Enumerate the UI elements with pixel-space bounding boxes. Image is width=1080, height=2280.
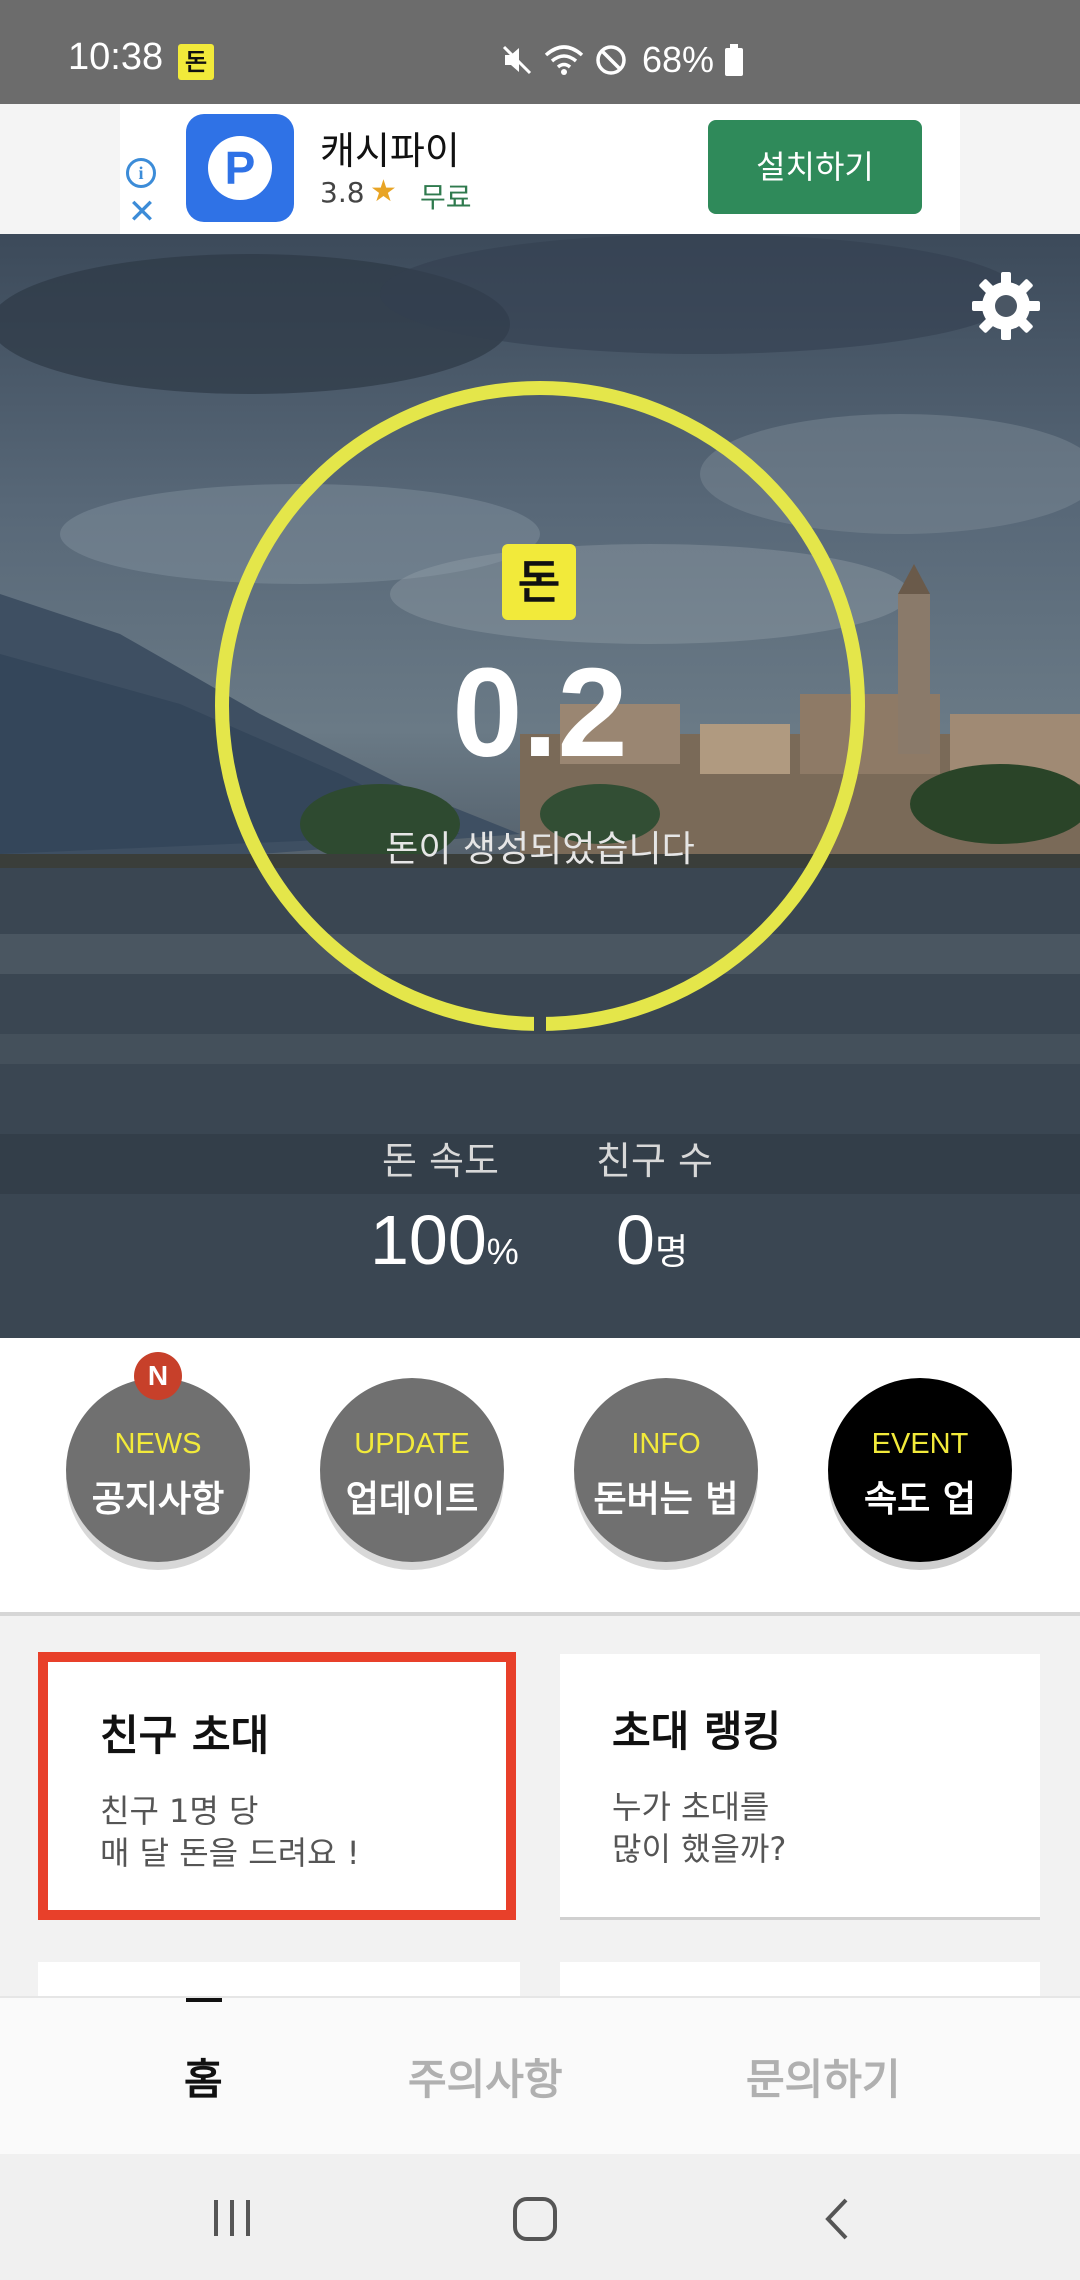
speed-label: 돈 속도 bbox=[382, 1139, 499, 1183]
update-ko-label: 업데이트 bbox=[345, 1479, 479, 1520]
ranking-card-line1: 누가 초대를 bbox=[612, 1788, 770, 1826]
tab-contact[interactable]: 문의하기 bbox=[746, 2046, 901, 2107]
ad-price: 무료 bbox=[420, 181, 472, 214]
mute-icon bbox=[502, 45, 532, 75]
do-not-disturb-icon bbox=[596, 45, 626, 75]
event-button[interactable]: EVENT 속도 업 bbox=[828, 1378, 1012, 1562]
invite-card-line2: 매 달 돈을 드려요 ! bbox=[100, 1834, 360, 1872]
speed-stat: 100% bbox=[370, 1200, 519, 1280]
friends-label: 친구 수 bbox=[596, 1139, 713, 1183]
update-en-label: UPDATE bbox=[354, 1428, 470, 1460]
active-tab-indicator bbox=[186, 1998, 222, 2002]
battery-percent: 68% bbox=[642, 39, 715, 80]
update-button[interactable]: UPDATE 업데이트 bbox=[320, 1378, 504, 1562]
ad-app-name[interactable]: 캐시파이 bbox=[320, 120, 460, 175]
news-en-label: NEWS bbox=[114, 1428, 202, 1460]
home-nav-icon[interactable] bbox=[512, 2196, 558, 2242]
new-badge: N bbox=[134, 1352, 182, 1400]
invite-card-text: 친구 1명 당 매 달 돈을 드려요 ! bbox=[100, 1790, 360, 1874]
battery-icon bbox=[725, 44, 744, 76]
ranking-card-title: 초대 랭킹 bbox=[612, 1707, 782, 1756]
back-icon[interactable] bbox=[820, 2196, 854, 2242]
invite-card-title: 친구 초대 bbox=[100, 1711, 270, 1760]
invite-card-line1: 친구 1명 당 bbox=[100, 1792, 259, 1830]
news-ko-label: 공지사항 bbox=[91, 1479, 225, 1520]
status-time: 10:38 bbox=[68, 36, 164, 78]
friends-unit: 명 bbox=[654, 1231, 689, 1272]
system-navigation-bar bbox=[0, 2154, 1080, 2280]
status-bar: 10:38 돈 68% bbox=[0, 0, 1080, 104]
friends-value: 0 bbox=[616, 1201, 655, 1279]
wifi-icon bbox=[544, 45, 584, 75]
amount-subtitle: 돈이 생성되었습니다 bbox=[385, 829, 695, 870]
ad-rating: 3.8 bbox=[320, 176, 365, 209]
tab-home[interactable]: 홈 bbox=[184, 2046, 223, 2107]
speed-value: 100 bbox=[370, 1201, 487, 1279]
info-en-label: INFO bbox=[631, 1428, 701, 1460]
star-icon: ★ bbox=[370, 174, 397, 209]
bottom-tab-bar: 홈 주의사항 문의하기 bbox=[0, 1996, 1080, 2154]
info-ko-label: 돈버는 법 bbox=[593, 1479, 739, 1520]
info-icon[interactable]: i bbox=[126, 158, 156, 188]
info-button[interactable]: INFO 돈버는 법 bbox=[574, 1378, 758, 1562]
speed-unit: % bbox=[486, 1231, 519, 1272]
ranking-card-text: 누가 초대를 많이 했을까? bbox=[612, 1786, 786, 1870]
ad-app-logo[interactable]: P bbox=[186, 114, 294, 222]
status-icons: 68% bbox=[500, 39, 744, 80]
recent-apps-icon[interactable] bbox=[210, 2198, 254, 2238]
news-button[interactable]: NEWS 공지사항 bbox=[66, 1378, 250, 1562]
invite-friends-card[interactable]: 친구 초대 친구 1명 당 매 달 돈을 드려요 ! bbox=[38, 1652, 516, 1920]
event-en-label: EVENT bbox=[871, 1428, 969, 1460]
don-currency-badge: 돈 bbox=[502, 544, 576, 620]
install-button[interactable]: 설치하기 bbox=[708, 120, 922, 214]
ranking-card-line2: 많이 했을까? bbox=[612, 1830, 787, 1868]
event-ko-label: 속도 업 bbox=[864, 1479, 976, 1520]
app-notification-badge: 돈 bbox=[178, 44, 214, 80]
settings-gear-icon[interactable] bbox=[970, 270, 1042, 342]
close-icon[interactable]: ✕ bbox=[126, 195, 158, 229]
invite-ranking-card[interactable]: 초대 랭킹 누가 초대를 많이 했을까? bbox=[560, 1654, 1040, 1920]
money-amount: 0.2 bbox=[452, 642, 628, 783]
friends-stat: 0명 bbox=[616, 1200, 688, 1280]
tab-precautions[interactable]: 주의사항 bbox=[408, 2046, 563, 2107]
